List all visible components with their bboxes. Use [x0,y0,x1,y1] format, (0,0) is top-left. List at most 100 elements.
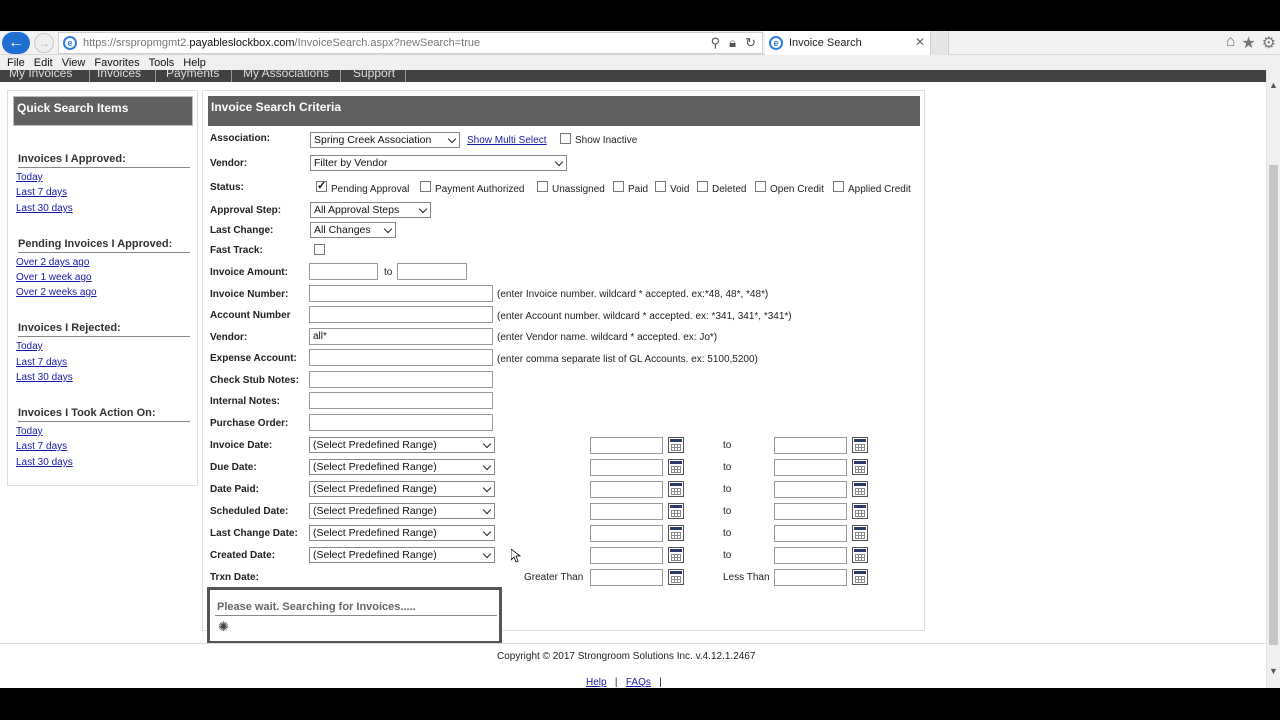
action-7days-link[interactable]: Last 7 days [16,441,67,452]
nav-support[interactable]: Support [353,70,395,80]
calendar-icon[interactable] [852,481,868,497]
calendar-icon[interactable] [852,547,868,563]
nav-payments[interactable]: Payments [166,70,219,80]
approval-step-select[interactable]: All Approval Steps [310,202,431,218]
status-open-credit-checkbox[interactable] [755,181,766,192]
vendor-filter-select[interactable]: Filter by Vendor [310,155,567,171]
internal-notes-input[interactable] [309,392,493,409]
calendar-icon[interactable] [668,569,684,585]
back-button[interactable]: ← [2,32,30,54]
help-link[interactable]: Help [586,677,607,688]
menu-favorites[interactable]: Favorites [94,57,139,69]
invoice-amount-to-input[interactable] [397,263,467,280]
menu-file[interactable]: File [7,57,25,69]
status-deleted-checkbox[interactable] [697,181,708,192]
show-inactive-checkbox[interactable] [560,133,571,144]
last-change-date-to-input[interactable] [774,525,847,542]
calendar-icon[interactable] [668,503,684,519]
calendar-icon[interactable] [852,525,868,541]
faqs-link[interactable]: FAQs [626,677,651,688]
calendar-icon[interactable] [852,503,868,519]
address-bar[interactable]: e https://srspropmgmt2.payableslockbox.c… [58,32,763,54]
menu-edit[interactable]: Edit [34,57,53,69]
menu-tools[interactable]: Tools [149,57,175,69]
menu-help[interactable]: Help [183,57,206,69]
calendar-icon[interactable] [668,459,684,475]
scroll-up-icon[interactable]: ▲ [1269,80,1278,90]
due-date-from-input[interactable] [590,459,663,476]
date-paid-from-input[interactable] [590,481,663,498]
nav-my-associations[interactable]: My Associations [243,70,329,80]
calendar-icon[interactable] [668,481,684,497]
calendar-icon[interactable] [668,437,684,453]
status-unassigned-checkbox[interactable] [537,181,548,192]
purchase-order-input[interactable] [309,414,493,431]
lock-icon[interactable]: 🔒︎ [729,35,736,51]
scheduled-date-from-input[interactable] [590,503,663,520]
calendar-icon[interactable] [852,459,868,475]
scroll-thumb[interactable] [1269,165,1278,645]
new-tab-button[interactable] [931,31,949,55]
due-date-to-input[interactable] [774,459,847,476]
refresh-icon[interactable]: ↻ [745,35,756,51]
status-applied-credit-checkbox[interactable] [833,181,844,192]
invoice-date-range-select[interactable]: (Select Predefined Range) [309,437,495,453]
association-select[interactable]: Spring Creek Association [310,132,460,148]
trxn-greater-input[interactable] [590,569,663,586]
vendor-name-input[interactable]: all* [309,328,493,345]
search-icon[interactable]: ⚲ [711,35,721,51]
star-icon[interactable]: ★ [1241,33,1255,53]
account-number-input[interactable] [309,306,493,323]
close-icon[interactable]: ✕ [915,35,925,49]
rejected-today-link[interactable]: Today [16,341,43,352]
invoice-date-from-input[interactable] [590,437,663,454]
nav-invoices[interactable]: Invoices [97,70,141,80]
status-pending-checkbox[interactable] [316,179,327,192]
due-date-range-select[interactable]: (Select Predefined Range) [309,459,495,475]
gear-icon[interactable]: ⚙ [1262,33,1276,53]
vertical-scrollbar[interactable]: ▲ ▼ [1266,70,1280,688]
home-icon[interactable]: ⌂ [1226,33,1236,53]
created-date-from-input[interactable] [590,547,663,564]
pending-1week-link[interactable]: Over 1 week ago [16,272,92,283]
pending-2weeks-link[interactable]: Over 2 weeks ago [16,287,97,298]
created-date-range-select[interactable]: (Select Predefined Range) [309,547,495,563]
status-paid-checkbox[interactable] [613,181,624,192]
scheduled-date-range-select[interactable]: (Select Predefined Range) [309,503,495,519]
invoice-amount-from-input[interactable] [309,263,378,280]
calendar-icon[interactable] [852,569,868,585]
menu-view[interactable]: View [62,57,86,69]
scroll-down-icon[interactable]: ▼ [1269,666,1278,676]
scheduled-date-to-input[interactable] [774,503,847,520]
date-paid-to-input[interactable] [774,481,847,498]
check-stub-input[interactable] [309,371,493,388]
calendar-icon[interactable] [668,547,684,563]
created-date-to-input[interactable] [774,547,847,564]
last-change-date-from-input[interactable] [590,525,663,542]
approved-30days-link[interactable]: Last 30 days [16,203,73,214]
fast-track-checkbox[interactable] [314,244,325,255]
status-authorized-checkbox[interactable] [420,181,431,192]
expense-account-input[interactable] [309,349,493,366]
status-void-checkbox[interactable] [655,181,666,192]
rejected-30days-link[interactable]: Last 30 days [16,372,73,383]
last-change-select[interactable]: All Changes [310,222,396,238]
tab-invoice-search[interactable]: e Invoice Search ✕ [765,31,931,55]
approved-today-link[interactable]: Today [16,172,43,183]
show-multi-select-link[interactable]: Show Multi Select [467,135,546,146]
calendar-icon[interactable] [668,525,684,541]
invoice-date-to-input[interactable] [774,437,847,454]
rejected-7days-link[interactable]: Last 7 days [16,357,67,368]
calendar-icon[interactable] [852,437,868,453]
mouse-cursor-icon [511,549,521,563]
approved-7days-link[interactable]: Last 7 days [16,187,67,198]
date-paid-range-select[interactable]: (Select Predefined Range) [309,481,495,497]
action-today-link[interactable]: Today [16,426,43,437]
invoice-number-input[interactable] [309,285,493,302]
nav-my-invoices[interactable]: My Invoices [9,70,72,80]
trxn-less-input[interactable] [774,569,847,586]
pending-2days-link[interactable]: Over 2 days ago [16,257,89,268]
action-30days-link[interactable]: Last 30 days [16,457,73,468]
forward-button[interactable]: → [34,33,54,53]
last-change-date-range-select[interactable]: (Select Predefined Range) [309,525,495,541]
